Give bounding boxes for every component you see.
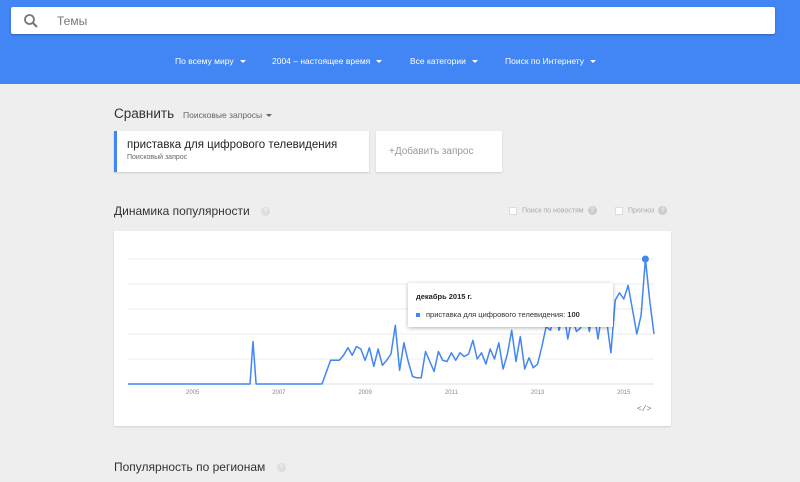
help-icon[interactable]: ? bbox=[276, 463, 286, 473]
x-tick-label: 2013 bbox=[531, 390, 545, 396]
chevron-down-icon bbox=[376, 60, 383, 64]
filter-period-dropdown[interactable]: 2004 – настоящее время bbox=[272, 56, 383, 66]
chevron-down-icon bbox=[239, 60, 246, 64]
news-search-checkbox[interactable] bbox=[509, 206, 517, 215]
filter-source-label: Поиск по Интернету bbox=[505, 56, 585, 66]
filter-category-label: Все категории bbox=[410, 56, 466, 66]
search-input[interactable] bbox=[57, 11, 747, 30]
chevron-down-icon bbox=[471, 60, 478, 64]
news-search-label: Поиск по новостям bbox=[522, 207, 584, 215]
x-tick-label: 2007 bbox=[272, 390, 286, 396]
search-term-card[interactable]: приставка для цифрового телевидения Поис… bbox=[114, 131, 369, 172]
tooltip-value: 100 bbox=[567, 310, 580, 319]
compare-type-dropdown[interactable]: Поисковые запросы bbox=[183, 110, 273, 120]
embed-code-icon[interactable]: </> bbox=[637, 405, 651, 414]
interest-chart-card: 2005 2007 2009 2011 2013 2015 bbox=[114, 231, 671, 426]
x-tick-label: 2005 bbox=[186, 390, 200, 396]
compare-type-label: Поисковые запросы bbox=[183, 110, 263, 120]
help-icon[interactable]: ? bbox=[261, 207, 271, 217]
compare-title: Сравнить bbox=[114, 106, 175, 121]
interest-over-time-title: Динамика популярности ? bbox=[114, 204, 271, 218]
tooltip-date: декабрь 2015 г. bbox=[416, 292, 472, 301]
search-term-title: приставка для цифрового телевидения bbox=[127, 139, 338, 151]
filter-region-dropdown[interactable]: По всему миру bbox=[175, 56, 246, 66]
chevron-down-icon bbox=[266, 114, 273, 118]
x-tick-label: 2009 bbox=[358, 390, 372, 396]
x-tick-label: 2011 bbox=[445, 390, 459, 396]
filter-bar: По всему миру 2004 – настоящее время Все… bbox=[0, 48, 800, 76]
tooltip-row: приставка для цифрового телевидения: 100 bbox=[416, 310, 580, 319]
filter-category-dropdown[interactable]: Все категории bbox=[410, 56, 478, 66]
search-box[interactable] bbox=[11, 7, 775, 34]
help-icon[interactable]: ? bbox=[658, 206, 668, 215]
filter-period-label: 2004 – настоящее время bbox=[272, 56, 371, 66]
add-query-button[interactable]: +Добавить запрос bbox=[376, 131, 502, 172]
interest-over-time-label: Динамика популярности bbox=[114, 204, 250, 218]
search-icon[interactable] bbox=[23, 13, 39, 29]
filter-source-dropdown[interactable]: Поиск по Интернету bbox=[505, 56, 597, 66]
forecast-label: Прогноз bbox=[628, 207, 655, 215]
highlight-point bbox=[641, 255, 649, 263]
search-term-type: Поисковый запрос bbox=[127, 154, 188, 161]
top-bar: По всему миру 2004 – настоящее время Все… bbox=[0, 0, 800, 84]
help-icon[interactable]: ? bbox=[587, 206, 597, 215]
forecast-checkbox[interactable] bbox=[615, 206, 623, 215]
region-interest-title: Популярность по регионам ? bbox=[114, 460, 286, 474]
add-query-label: +Добавить запрос bbox=[389, 146, 474, 157]
chart-tooltip: декабрь 2015 г. приставка для цифрового … bbox=[408, 283, 613, 327]
interest-chart[interactable]: 2005 2007 2009 2011 2013 2015 bbox=[114, 231, 671, 426]
tooltip-series-label: приставка для цифрового телевидения: bbox=[426, 310, 566, 319]
region-interest-label: Популярность по регионам bbox=[114, 460, 266, 474]
x-tick-label: 2015 bbox=[617, 390, 631, 396]
series-color-icon bbox=[416, 313, 420, 318]
filter-region-label: По всему миру bbox=[175, 56, 234, 66]
chevron-down-icon bbox=[590, 60, 597, 64]
forecast-option[interactable]: Прогноз? bbox=[615, 206, 668, 215]
news-search-option[interactable]: Поиск по новостям? bbox=[509, 206, 597, 215]
